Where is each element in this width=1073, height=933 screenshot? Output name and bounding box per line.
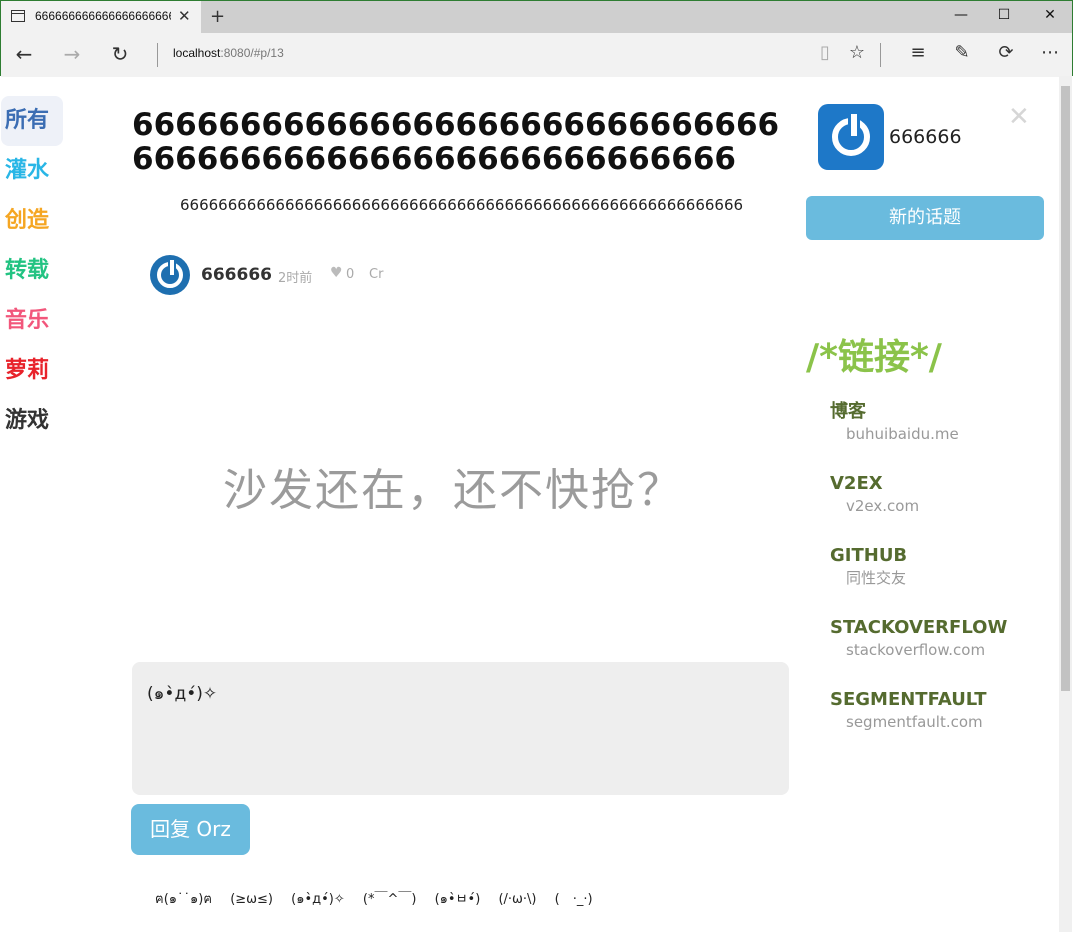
link-name[interactable]: V2EX (830, 473, 1007, 495)
browser-tab[interactable]: 6666666666666666666666666666666666666666… (1, 1, 201, 33)
post-tag[interactable]: Cr (369, 267, 383, 282)
address-path: :8080/#p/13 (220, 46, 284, 60)
post-author[interactable]: 666666 (201, 265, 272, 285)
navigation-bar: ← → ↻ localhost:8080/#p/13 ▯ ☆ ≡ ✎ ⟳ ⋯ (1, 33, 1072, 77)
sidebar-item-all[interactable]: 所有 (1, 96, 63, 146)
emoticon-bar: ฅ(๑˙˙๑)ฅ (≥ω≤) (๑•̀д•́)✧ (*￣^￣) (๑•̀ㅂ•́)… (155, 888, 607, 909)
link-url: v2ex.com (846, 497, 920, 515)
link-url: buhuibaidu.me (846, 425, 959, 443)
link-item[interactable]: GITHUB 同性交友 (830, 545, 1007, 617)
post-title: 6666666666666666666666666666666666666666… (132, 107, 780, 177)
link-url: segmentfault.com (846, 713, 983, 731)
hub-icon[interactable]: ≡ (905, 42, 931, 63)
refresh-icon[interactable]: ↻ (106, 42, 134, 66)
empty-comments-message: 沙发还在，还不快抢？ (223, 465, 683, 516)
tab-title: 6666666666666666666666666666666666666666… (35, 9, 171, 23)
category-sidebar: 所有 灌水 创造 转载 音乐 萝莉 游戏 (1, 96, 63, 446)
post-subtitle: 6666666666666666666666666666666666666666… (180, 196, 744, 214)
page-content: 所有 灌水 创造 转载 音乐 萝莉 游戏 6666666666666666666… (1, 76, 1059, 932)
close-tab-icon[interactable]: ✕ (178, 7, 191, 25)
link-item[interactable]: STACKOVERFLOW stackoverflow.com (830, 617, 1007, 689)
heart-icon[interactable]: ♥ (330, 265, 343, 281)
address-host: localhost (173, 46, 221, 60)
emoticon[interactable]: (≥ω≤) (230, 892, 273, 907)
new-tab-icon[interactable]: + (210, 6, 225, 27)
star-icon[interactable]: ☆ (844, 42, 870, 63)
page-icon (11, 10, 25, 22)
author-avatar[interactable] (150, 255, 190, 295)
links-heading: /*链接*/ (806, 337, 942, 378)
back-arrow-icon[interactable]: ← (10, 42, 38, 66)
address-bar[interactable]: localhost:8080/#p/13 (173, 46, 284, 60)
sidebar-item-music[interactable]: 音乐 (1, 296, 63, 346)
post-time: 2时前 (278, 271, 313, 286)
link-name[interactable]: SEGMENTFAULT (830, 689, 1007, 711)
link-item[interactable]: V2EX v2ex.com (830, 473, 1007, 545)
reply-button[interactable]: 回复 Orz (131, 804, 250, 855)
emoticon[interactable]: ฅ(๑˙˙๑)ฅ (155, 892, 212, 907)
link-name[interactable]: 博客 (830, 401, 1007, 423)
user-avatar[interactable] (818, 104, 884, 170)
sidebar-item-create[interactable]: 创造 (1, 196, 63, 246)
emoticon[interactable]: (๑•̀д•́)✧ (291, 892, 345, 907)
emoticon[interactable]: (/·ω·\) (498, 892, 536, 907)
link-item[interactable]: 博客 buhuibaidu.me (830, 401, 1007, 473)
link-url: stackoverflow.com (846, 641, 986, 659)
forward-arrow-icon[interactable]: → (58, 42, 86, 66)
reply-input-value: (๑•̀д•́)✧ (147, 684, 218, 704)
browser-chrome: 6666666666666666666666666666666666666666… (0, 0, 1073, 77)
scrollbar-thumb[interactable] (1061, 86, 1070, 691)
link-url: 同性交友 (846, 569, 907, 587)
close-icon[interactable]: ✕ (1008, 102, 1030, 132)
page-scrollbar[interactable] (1059, 76, 1072, 932)
sidebar-item-loli[interactable]: 萝莉 (1, 346, 63, 396)
like-count: 0 (346, 267, 355, 282)
reading-view-icon[interactable]: ▯ (812, 42, 838, 63)
maximize-icon[interactable]: ☐ (994, 7, 1014, 23)
tab-bar: 6666666666666666666666666666666666666666… (1, 1, 1072, 33)
new-topic-button[interactable]: 新的话题 (806, 196, 1044, 240)
link-name[interactable]: STACKOVERFLOW (830, 617, 1007, 639)
toolbar-separator (880, 43, 881, 67)
minimize-icon[interactable]: — (951, 7, 971, 23)
reply-input[interactable]: (๑•̀д•́)✧ (132, 662, 789, 795)
web-note-icon[interactable]: ✎ (949, 42, 975, 63)
share-icon[interactable]: ⟳ (993, 42, 1019, 63)
user-name[interactable]: 666666 (889, 126, 962, 148)
close-window-icon[interactable]: ✕ (1040, 7, 1060, 23)
sidebar-item-games[interactable]: 游戏 (1, 396, 63, 446)
more-icon[interactable]: ⋯ (1037, 42, 1063, 63)
sidebar-item-water[interactable]: 灌水 (1, 146, 63, 196)
sidebar-item-repost[interactable]: 转载 (1, 246, 63, 296)
address-separator (157, 43, 158, 67)
link-name[interactable]: GITHUB (830, 545, 1007, 567)
links-list: 博客 buhuibaidu.me V2EX v2ex.com GITHUB 同性… (830, 401, 1007, 761)
emoticon[interactable]: (๑•̀ㅂ•́) (435, 892, 481, 907)
emoticon[interactable]: ( ·_·) (555, 892, 593, 907)
emoticon[interactable]: (*￣^￣) (363, 892, 417, 907)
link-item[interactable]: SEGMENTFAULT segmentfault.com (830, 689, 1007, 761)
